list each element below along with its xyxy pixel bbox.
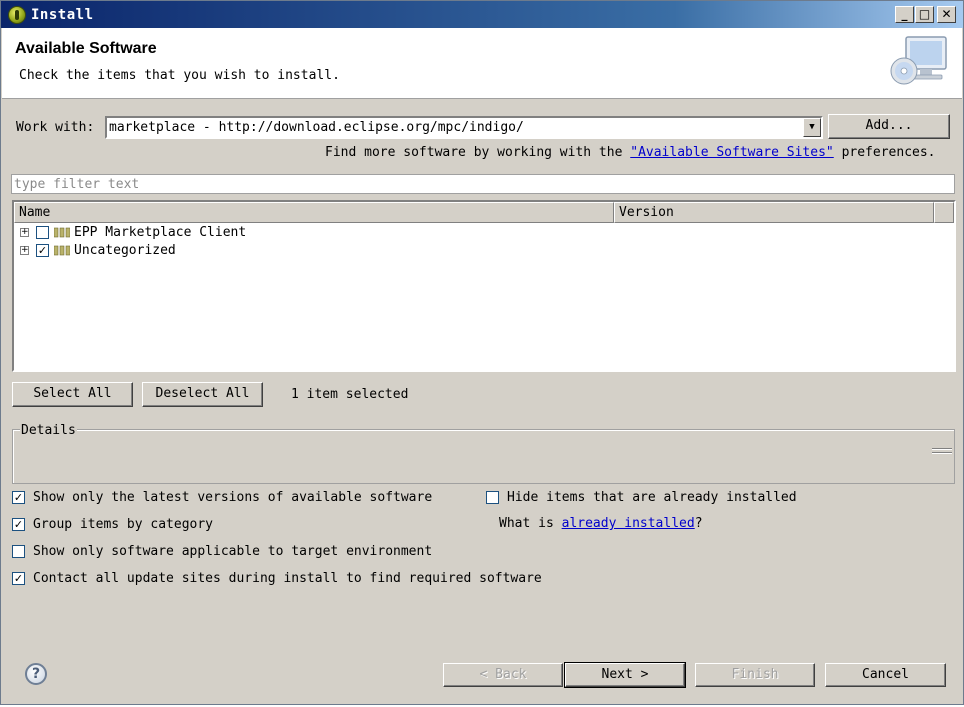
work-with-value: marketplace - http://download.eclipse.or… [109,120,524,135]
item-label: Uncategorized [74,243,176,258]
cancel-button[interactable]: Cancel [825,663,946,687]
chevron-down-icon[interactable]: ▼ [803,118,821,137]
deselect-all-button[interactable]: Deselect All [142,382,263,407]
work-with-label: Work with: [16,120,95,135]
filter-field[interactable] [11,174,955,194]
close-button[interactable]: ✕ [937,6,956,23]
work-with-combo[interactable]: marketplace - http://download.eclipse.or… [105,116,823,139]
column-filler [934,202,954,223]
eclipse-icon [8,6,26,24]
install-monitor-icon [890,36,947,85]
expand-icon[interactable]: + [20,246,29,255]
category-icon [54,227,70,238]
back-button[interactable]: < Back [443,663,563,687]
expand-icon[interactable]: + [20,228,29,237]
hide-installed-checkbox[interactable] [486,491,499,504]
finish-button[interactable]: Finish [695,663,815,687]
software-tree[interactable]: Name Version + EPP Marketplace Client + … [12,200,956,372]
wizard-header: Available Software Check the items that … [2,28,962,99]
select-all-button[interactable]: Select All [12,382,133,407]
what-is-installed-text: What is already installed? [499,516,703,531]
available-software-sites-link[interactable]: "Available Software Sites" [630,145,834,160]
find-more-text: Find more software by working with the "… [325,145,936,160]
group-by-category-checkbox[interactable]: ✓ [12,518,25,531]
item-checkbox-checked[interactable]: ✓ [36,244,49,257]
title-bar[interactable]: Install _ □ ✕ [1,1,963,28]
tree-row[interactable]: + ✓ Uncategorized [14,242,950,260]
sash-grip-icon[interactable] [932,446,952,458]
column-name[interactable]: Name [14,202,614,223]
maximize-button[interactable]: □ [915,6,934,23]
details-label: Details [20,423,77,438]
install-dialog: Install _ □ ✕ Available Software Check t… [0,0,964,705]
selection-status: 1 item selected [291,387,409,402]
tree-row[interactable]: + EPP Marketplace Client [14,224,950,242]
next-button[interactable]: Next > [564,662,686,688]
column-version[interactable]: Version [614,202,934,223]
item-label: EPP Marketplace Client [74,225,247,240]
category-icon [54,245,70,256]
latest-versions-checkbox[interactable]: ✓ [12,491,25,504]
minimize-button[interactable]: _ [895,6,914,23]
help-icon[interactable]: ? [25,663,47,685]
filter-input[interactable] [12,175,954,193]
tree-header: Name Version [14,202,954,223]
details-group: Details [12,423,955,484]
page-description: Check the items that you wish to install… [19,68,340,83]
contact-sites-checkbox[interactable]: ✓ [12,572,25,585]
already-installed-link[interactable]: already installed [562,516,695,531]
page-title: Available Software [15,40,157,57]
add-site-button[interactable]: Add... [828,114,950,139]
window-title: Install [31,7,94,23]
applicable-only-checkbox[interactable] [12,545,25,558]
item-checkbox[interactable] [36,226,49,239]
